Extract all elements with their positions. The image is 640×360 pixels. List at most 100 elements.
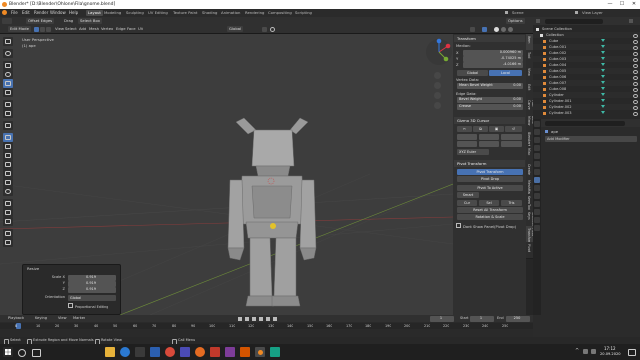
rotation-mode-selector[interactable]: XYZ Euler <box>457 149 489 155</box>
world-properties-tab[interactable] <box>534 161 540 167</box>
edge-slide-tool[interactable] <box>3 208 13 217</box>
gizmo-cursor-header[interactable]: Gizmo 3D Cursor <box>454 117 525 124</box>
menu-window[interactable]: Window <box>50 9 66 17</box>
tab-sculpting[interactable]: Sculpting <box>124 10 146 16</box>
task-view-icon[interactable] <box>32 349 41 357</box>
camera-icon[interactable] <box>434 92 441 99</box>
clock-date[interactable]: 20.09.2020 <box>600 352 621 356</box>
render-properties-tab[interactable] <box>534 129 540 135</box>
menu-uv[interactable]: UV <box>138 26 143 32</box>
menu-select[interactable]: Select <box>65 26 77 32</box>
smart-selector[interactable]: Smart <box>457 192 479 198</box>
local-toggle[interactable]: Local <box>489 70 522 76</box>
tab-misc[interactable]: Misc <box>526 146 533 163</box>
cursor-copy-button[interactable]: ⧉ <box>473 126 488 132</box>
eye-icon[interactable] <box>633 93 638 98</box>
blender-menu-icon[interactable] <box>2 10 7 15</box>
drag-select[interactable]: Select Box <box>78 18 102 24</box>
tab-item[interactable]: Item <box>526 34 533 51</box>
cur-button[interactable]: Cur <box>457 200 477 206</box>
median-x-field[interactable]: 0.000960 m <box>463 50 523 56</box>
overlay-icon[interactable] <box>470 26 475 32</box>
current-frame-field[interactable]: 1 <box>430 316 454 322</box>
cursor-paste-button[interactable]: ▣ <box>489 126 504 132</box>
navigation-gizmo[interactable] <box>424 37 454 67</box>
tab-create[interactable]: Create <box>526 162 533 179</box>
texture-properties-tab[interactable] <box>534 225 540 231</box>
view-menu[interactable]: View <box>58 316 67 320</box>
extrude-tool[interactable] <box>3 133 13 142</box>
tab-texture-paint[interactable]: Texture Paint <box>171 10 200 16</box>
face-select-icon[interactable] <box>46 26 51 32</box>
end-frame-field[interactable]: 250 <box>506 316 530 322</box>
shear-tool[interactable] <box>3 229 13 238</box>
proportional-editing-checkbox[interactable]: Proportional Editing <box>68 303 108 309</box>
eye-icon[interactable] <box>633 33 638 38</box>
pivot-to-active-button[interactable]: Pivot To Active <box>457 185 523 191</box>
mean-bevel-weight-field[interactable]: Mean Bevel Weight 0.00 <box>457 83 523 89</box>
outliner-display-icon[interactable] <box>536 19 540 23</box>
snap-icon[interactable] <box>262 26 267 32</box>
modifier-properties-tab[interactable] <box>534 177 540 183</box>
median-z-field[interactable]: -4.0166 m <box>463 62 523 68</box>
minimize-button[interactable]: — <box>604 0 616 9</box>
app-icon[interactable] <box>270 347 280 357</box>
app-icon[interactable] <box>240 347 250 357</box>
eye-icon[interactable] <box>633 39 638 44</box>
firefox-icon[interactable] <box>195 347 205 357</box>
orientation-dropdown[interactable]: Global <box>68 295 116 301</box>
tab-edit[interactable]: Edit <box>526 82 533 99</box>
menu-mesh[interactable]: Mesh <box>89 26 99 32</box>
menu-edit[interactable]: Edit <box>22 9 30 17</box>
sel-button[interactable]: Sel <box>479 200 499 206</box>
dont-show-checkbox[interactable]: Dont Show Panel(Pivot Drop) <box>456 223 523 229</box>
orientation-selector[interactable]: Global <box>227 26 244 32</box>
rip-tool[interactable] <box>3 238 13 247</box>
timeline-ruler[interactable]: 0 10 20 30 40 50 60 70 80 90 100 110 120… <box>0 323 533 329</box>
clock-time[interactable]: 17:12 <box>604 346 616 351</box>
prev-keyframe-icon[interactable] <box>245 316 249 321</box>
app-icon[interactable] <box>210 347 220 357</box>
tab-screencast-keys[interactable]: Screencast Keys <box>526 210 535 230</box>
scale-x-field[interactable]: 0.919 <box>68 275 116 281</box>
physics-properties-tab[interactable] <box>534 193 540 199</box>
options-button[interactable]: Options <box>506 18 525 24</box>
render-shading-icon[interactable] <box>508 26 513 32</box>
jump-end-icon[interactable] <box>273 316 277 321</box>
bevel-tool[interactable] <box>3 151 13 160</box>
menu-file[interactable]: File <box>11 9 18 17</box>
filter-icon[interactable] <box>629 19 633 23</box>
eye-icon[interactable] <box>633 63 638 68</box>
material-shading-icon[interactable] <box>501 26 506 32</box>
pan-hand-icon[interactable] <box>434 82 441 89</box>
maximize-button[interactable]: ☐ <box>616 0 628 9</box>
tab-auto-mirror[interactable]: Auto Mirror <box>526 114 535 131</box>
eye-icon[interactable] <box>633 51 638 56</box>
eye-icon[interactable] <box>633 111 638 116</box>
tool-properties-tab[interactable] <box>534 121 540 127</box>
tab-pivot[interactable]: Pivot <box>526 242 533 259</box>
redo-panel-title[interactable]: Resize <box>27 266 39 271</box>
cursor-cut-button[interactable]: ✂ <box>457 126 472 132</box>
eye-icon[interactable] <box>633 45 638 50</box>
marker-menu[interactable]: Marker <box>73 316 85 320</box>
eye-icon[interactable] <box>633 99 638 104</box>
add-cube-tool[interactable] <box>3 121 13 130</box>
proportional-icon[interactable] <box>270 26 275 32</box>
constraints-properties-tab[interactable] <box>534 201 540 207</box>
close-button[interactable]: ✕ <box>628 0 640 9</box>
menu-help[interactable]: Help <box>69 9 78 17</box>
tab-meshmachine[interactable]: MeshMachine <box>526 178 533 202</box>
menu-edge[interactable]: Edge <box>116 26 126 32</box>
material-properties-tab[interactable] <box>534 217 540 223</box>
edge-browser-icon[interactable] <box>120 347 130 357</box>
cursor-ry-field[interactable] <box>479 141 499 147</box>
edge-select-icon[interactable] <box>40 26 45 32</box>
data-properties-tab[interactable] <box>534 209 540 215</box>
playback-menu[interactable]: Playback <box>8 316 24 320</box>
menu-vertex[interactable]: Vertex <box>101 26 113 32</box>
crease-field[interactable]: Crease 0.00 <box>457 104 523 110</box>
menu-view[interactable]: View <box>55 26 64 32</box>
tab-compositing[interactable]: Compositing <box>266 10 294 16</box>
file-explorer-icon[interactable] <box>105 347 115 357</box>
